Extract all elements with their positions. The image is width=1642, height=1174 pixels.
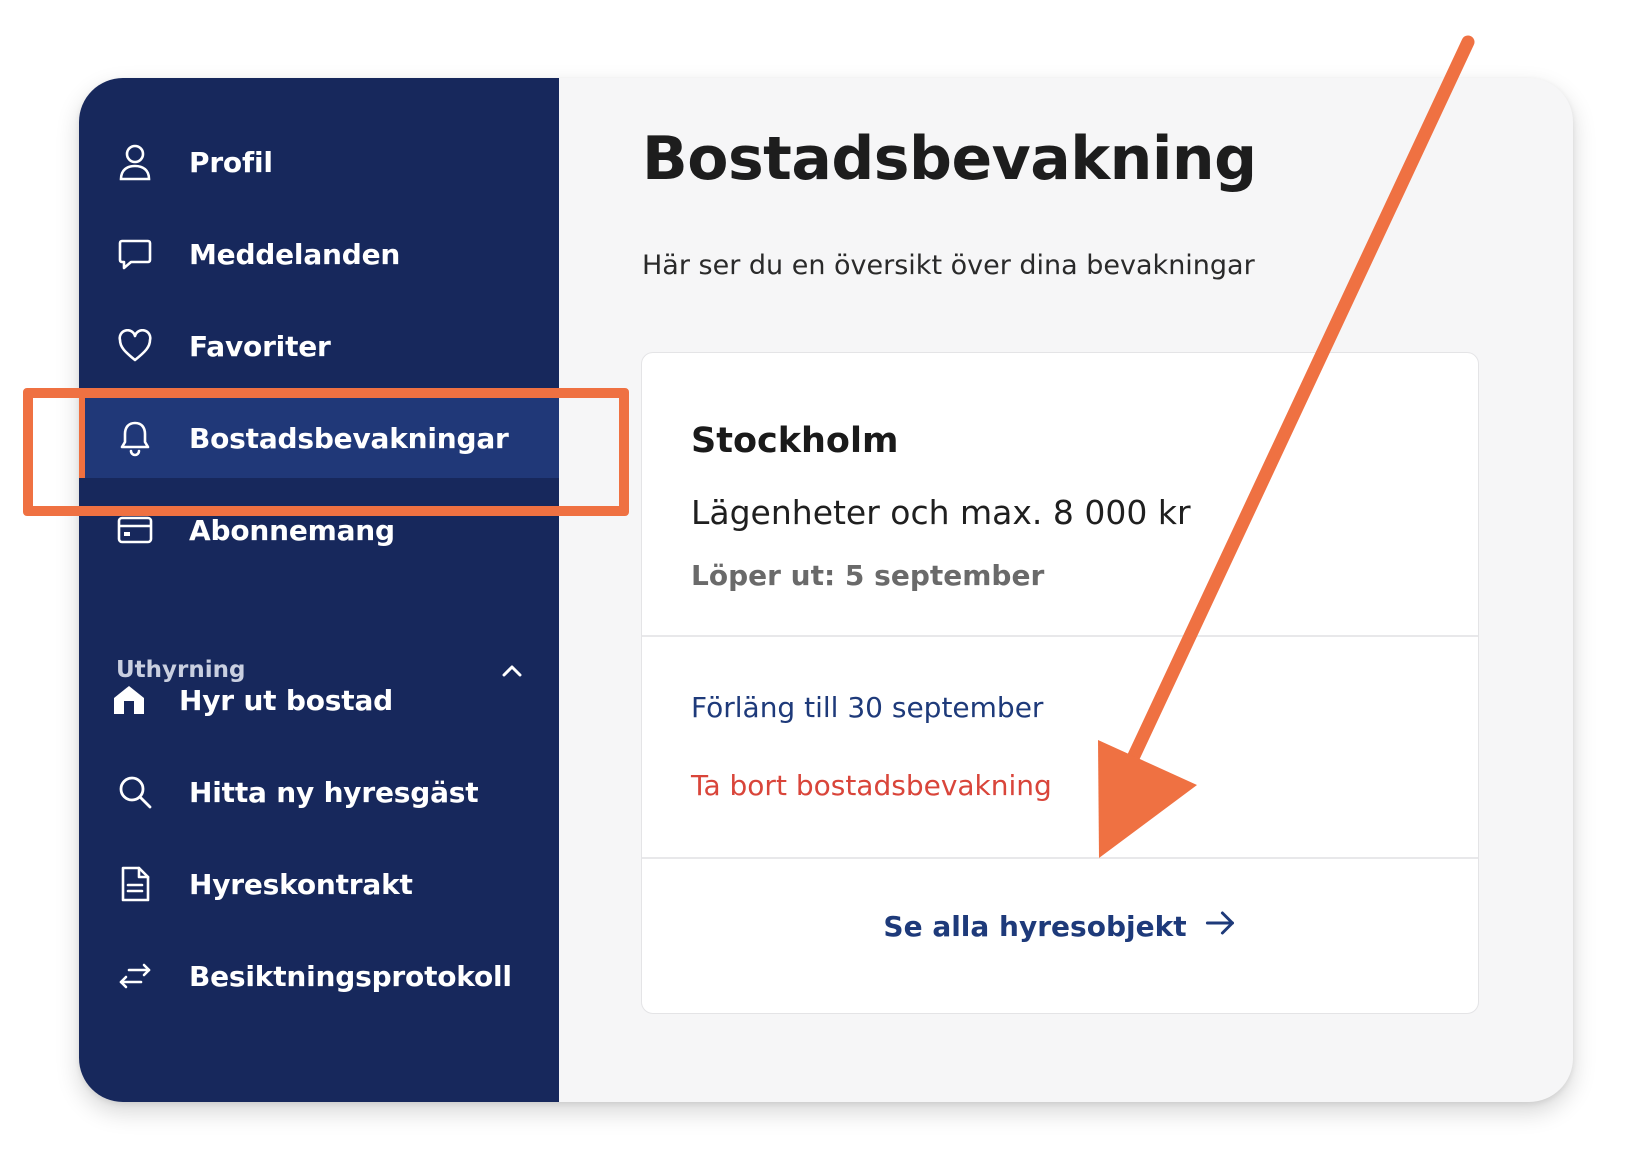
page-title: Bostadsbevakning <box>642 124 1257 194</box>
see-all-label: Se alla hyresobjekt <box>883 910 1187 943</box>
search-icon <box>115 772 155 812</box>
sidebar-item-label: Bostadsbevakningar <box>189 421 509 455</box>
arrow-right-icon <box>1205 909 1237 944</box>
watch-actions: Förläng till 30 september Ta bort bostad… <box>642 637 1478 859</box>
credit-card-icon <box>115 510 155 550</box>
sidebar-item-meddelanden[interactable]: Meddelanden <box>79 214 559 294</box>
sidebar-item-favoriter[interactable]: Favoriter <box>79 306 559 386</box>
screenshot-stage: Profil Meddelanden Favoriter Bostadsbeva… <box>0 0 1642 1174</box>
see-all-listings-link[interactable]: Se alla hyresobjekt <box>883 909 1236 944</box>
sidebar-item-label: Abonnemang <box>189 513 395 547</box>
sidebar-item-abonnemang[interactable]: Abonnemang <box>79 490 559 570</box>
sidebar-item-label: Hitta ny hyresgäst <box>189 775 479 809</box>
sidebar-item-hyr-ut-bostad[interactable]: Hyr ut bostad <box>79 660 559 740</box>
watch-footer: Se alla hyresobjekt <box>642 859 1478 1013</box>
chat-bubble-icon <box>115 234 155 274</box>
swap-arrows-icon <box>115 956 155 996</box>
page-subtitle: Här ser du en översikt över dina bevakni… <box>642 250 1255 281</box>
watch-description: Lägenheter och max. 8 000 kr <box>691 493 1191 532</box>
document-icon <box>115 864 155 904</box>
watch-city: Stockholm <box>691 421 899 461</box>
sidebar-item-label: Hyr ut bostad <box>179 683 393 717</box>
watch-card: Stockholm Lägenheter och max. 8 000 kr L… <box>641 352 1479 1014</box>
watch-expiry: Löper ut: 5 september <box>691 559 1045 592</box>
sidebar-item-profil[interactable]: Profil <box>79 122 559 202</box>
sidebar-item-bostadsbevakningar[interactable]: Bostadsbevakningar <box>79 398 559 478</box>
sidebar: Profil Meddelanden Favoriter Bostadsbeva… <box>79 78 559 1102</box>
sidebar-item-label: Besiktningsprotokoll <box>189 959 512 993</box>
sidebar-item-label: Meddelanden <box>189 237 401 271</box>
sidebar-item-label: Hyreskontrakt <box>189 867 413 901</box>
watch-details: Stockholm Lägenheter och max. 8 000 kr L… <box>642 353 1478 637</box>
sidebar-item-hyreskontrakt[interactable]: Hyreskontrakt <box>79 844 559 924</box>
sidebar-item-hitta-ny-hyresgast[interactable]: Hitta ny hyresgäst <box>79 752 559 832</box>
sidebar-item-label: Profil <box>189 145 273 179</box>
remove-watch-link[interactable]: Ta bort bostadsbevakning <box>691 769 1052 802</box>
sidebar-item-label: Favoriter <box>189 329 331 363</box>
bell-icon <box>115 418 155 458</box>
house-icon <box>109 680 149 720</box>
heart-icon <box>115 326 155 366</box>
extend-watch-link[interactable]: Förläng till 30 september <box>691 691 1043 724</box>
sidebar-item-besiktningsprotokoll[interactable]: Besiktningsprotokoll <box>79 936 559 1016</box>
user-icon <box>115 142 155 182</box>
